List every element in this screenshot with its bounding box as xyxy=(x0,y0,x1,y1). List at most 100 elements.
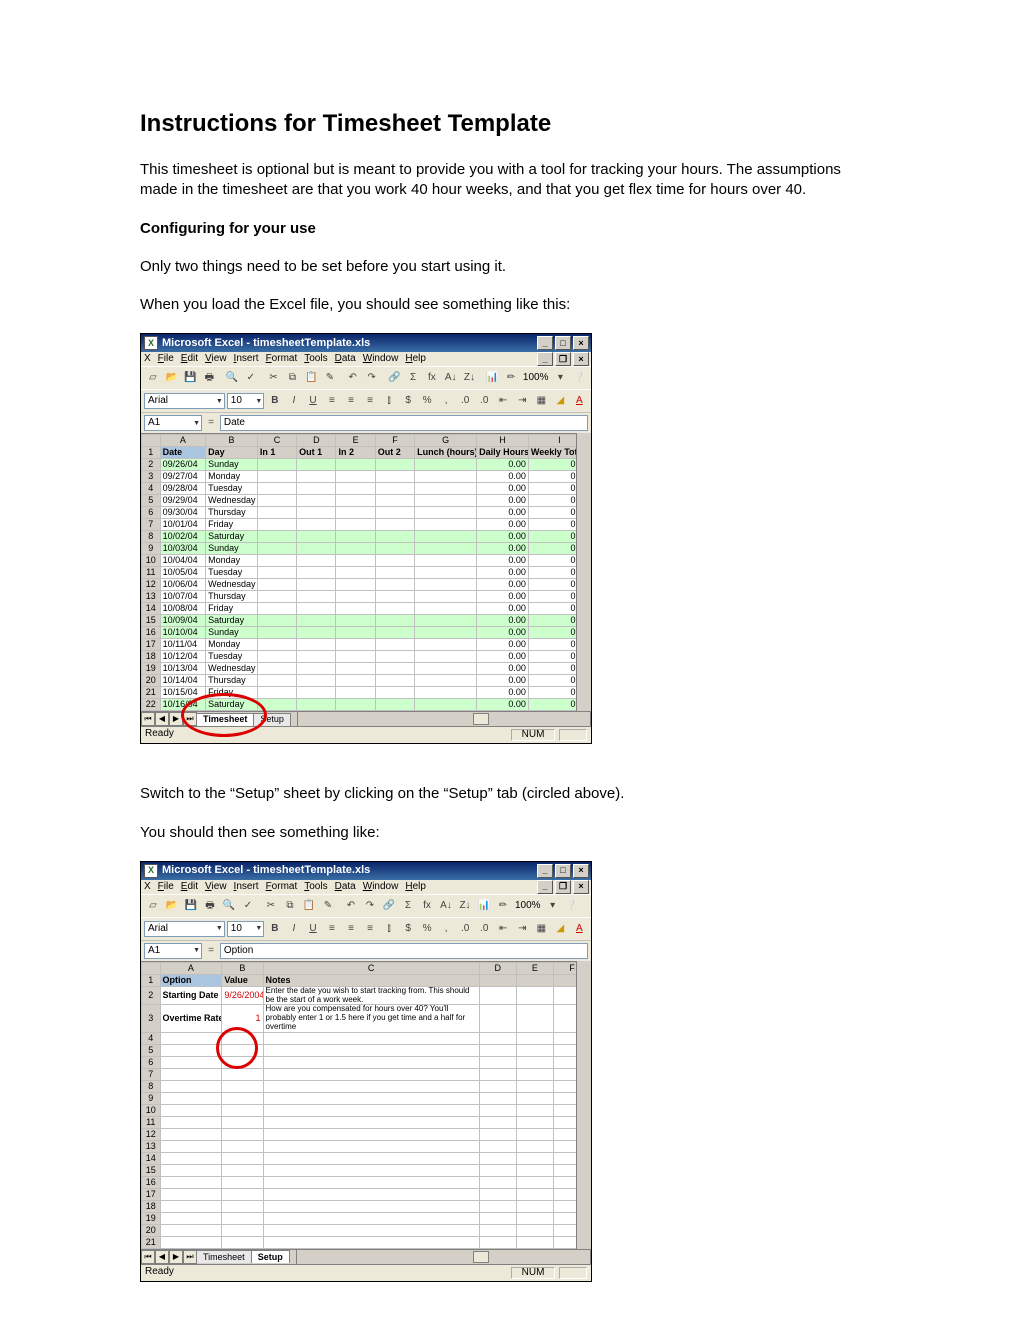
window-titlebar[interactable]: X Microsoft Excel - timesheetTemplate.xl… xyxy=(141,862,591,880)
cell[interactable] xyxy=(297,459,336,471)
cell[interactable] xyxy=(297,651,336,663)
cell[interactable] xyxy=(257,567,296,579)
cell[interactable]: 0.00 xyxy=(477,651,529,663)
comma-icon[interactable]: , xyxy=(438,392,455,410)
cell[interactable] xyxy=(415,651,477,663)
cell[interactable] xyxy=(375,531,414,543)
cell[interactable]: 09/26/04 xyxy=(160,459,206,471)
save-icon[interactable]: 💾 xyxy=(182,897,200,915)
cell[interactable]: Saturday xyxy=(206,531,258,543)
cell[interactable] xyxy=(415,519,477,531)
cell[interactable] xyxy=(336,531,375,543)
cell[interactable] xyxy=(415,639,477,651)
cell[interactable] xyxy=(222,1140,263,1152)
cell[interactable] xyxy=(263,1104,479,1116)
cell[interactable]: 0.00 xyxy=(477,459,529,471)
cell[interactable] xyxy=(375,507,414,519)
cell[interactable] xyxy=(375,615,414,627)
cell[interactable] xyxy=(516,1080,553,1092)
horizontal-scrollbar[interactable] xyxy=(297,711,591,727)
cell[interactable] xyxy=(257,651,296,663)
save-icon[interactable]: 💾 xyxy=(182,369,200,387)
paste-icon[interactable]: 📋 xyxy=(300,897,318,915)
cell[interactable]: Tuesday xyxy=(206,483,258,495)
column-header[interactable]: E xyxy=(336,435,375,447)
cell[interactable]: 10/04/04 xyxy=(160,555,206,567)
cell[interactable] xyxy=(263,1080,479,1092)
sort-desc-icon[interactable]: Z↓ xyxy=(461,369,479,387)
format-painter-icon[interactable]: ✎ xyxy=(321,369,339,387)
cell[interactable] xyxy=(415,615,477,627)
cell[interactable] xyxy=(222,1188,263,1200)
cell[interactable] xyxy=(415,543,477,555)
cell[interactable] xyxy=(375,603,414,615)
sort-asc-icon[interactable]: A↓ xyxy=(442,369,460,387)
cell[interactable] xyxy=(257,663,296,675)
align-center-icon[interactable]: ≡ xyxy=(342,392,359,410)
cell[interactable]: 09/29/04 xyxy=(160,495,206,507)
mdi-close-button[interactable]: × xyxy=(573,352,589,366)
cell[interactable]: Sunday xyxy=(206,543,258,555)
cell[interactable]: 0.00 xyxy=(477,507,529,519)
cell[interactable] xyxy=(415,675,477,687)
cell[interactable]: Saturday xyxy=(206,615,258,627)
undo-icon[interactable]: ↶ xyxy=(344,369,362,387)
cut-icon[interactable]: ✂ xyxy=(265,369,283,387)
cell[interactable] xyxy=(297,639,336,651)
cell[interactable] xyxy=(375,663,414,675)
row-header[interactable]: 12 xyxy=(142,579,161,591)
minimize-button[interactable]: _ xyxy=(537,864,553,878)
align-right-icon[interactable]: ≡ xyxy=(362,920,379,938)
cell[interactable] xyxy=(257,483,296,495)
cell[interactable] xyxy=(336,579,375,591)
row-header[interactable]: 7 xyxy=(142,1068,161,1080)
mdi-restore-button[interactable]: ❐ xyxy=(555,880,571,894)
cell[interactable] xyxy=(516,1104,553,1116)
column-header[interactable]: B xyxy=(222,962,263,974)
decrease-indent-icon[interactable]: ⇤ xyxy=(495,392,512,410)
cell[interactable] xyxy=(375,567,414,579)
row-header[interactable]: 13 xyxy=(142,591,161,603)
cell[interactable] xyxy=(336,519,375,531)
cell[interactable]: 10/01/04 xyxy=(160,519,206,531)
cell[interactable]: 0.00 xyxy=(477,555,529,567)
row-header[interactable]: 5 xyxy=(142,495,161,507)
formula-input[interactable]: Option xyxy=(220,943,588,959)
menu-data[interactable]: Data xyxy=(335,882,356,892)
cell[interactable] xyxy=(222,1128,263,1140)
spell-icon[interactable]: ✓ xyxy=(239,897,257,915)
cell[interactable]: 0.00 xyxy=(477,483,529,495)
column-header[interactable]: D xyxy=(297,435,336,447)
cell[interactable] xyxy=(297,579,336,591)
cell[interactable] xyxy=(336,627,375,639)
cell[interactable]: Monday xyxy=(206,471,258,483)
tab-next-icon[interactable]: ▶ xyxy=(169,712,183,726)
cell[interactable]: Thursday xyxy=(206,507,258,519)
cell[interactable] xyxy=(257,639,296,651)
column-header[interactable]: E xyxy=(516,962,553,974)
zoom-dropdown-icon[interactable]: ▾ xyxy=(544,897,562,915)
horizontal-scrollbar[interactable] xyxy=(296,1249,591,1265)
window-titlebar[interactable]: X Microsoft Excel - timesheetTemplate.xl… xyxy=(141,334,591,352)
menu-window[interactable]: Window xyxy=(363,354,399,364)
cell[interactable] xyxy=(516,1068,553,1080)
cell[interactable]: 0.00 xyxy=(477,663,529,675)
mdi-restore-button[interactable]: ❐ xyxy=(555,352,571,366)
cell[interactable] xyxy=(479,1032,516,1044)
cell[interactable]: Tuesday xyxy=(206,567,258,579)
menu-bar[interactable]: FileEditViewInsertFormatToolsDataWindowH… xyxy=(154,880,430,894)
align-left-icon[interactable]: ≡ xyxy=(323,392,340,410)
italic-icon[interactable]: I xyxy=(285,920,302,938)
increase-indent-icon[interactable]: ⇥ xyxy=(514,392,531,410)
cell[interactable] xyxy=(415,699,477,711)
cell[interactable] xyxy=(336,615,375,627)
cell[interactable]: 10/16/04 xyxy=(160,699,206,711)
cell[interactable] xyxy=(479,1140,516,1152)
maximize-button[interactable]: □ xyxy=(555,864,571,878)
cell[interactable] xyxy=(257,507,296,519)
menu-format[interactable]: Format xyxy=(266,354,298,364)
percent-icon[interactable]: % xyxy=(419,920,436,938)
cell[interactable]: Tuesday xyxy=(206,651,258,663)
close-button[interactable]: × xyxy=(573,336,589,350)
cell[interactable] xyxy=(297,507,336,519)
